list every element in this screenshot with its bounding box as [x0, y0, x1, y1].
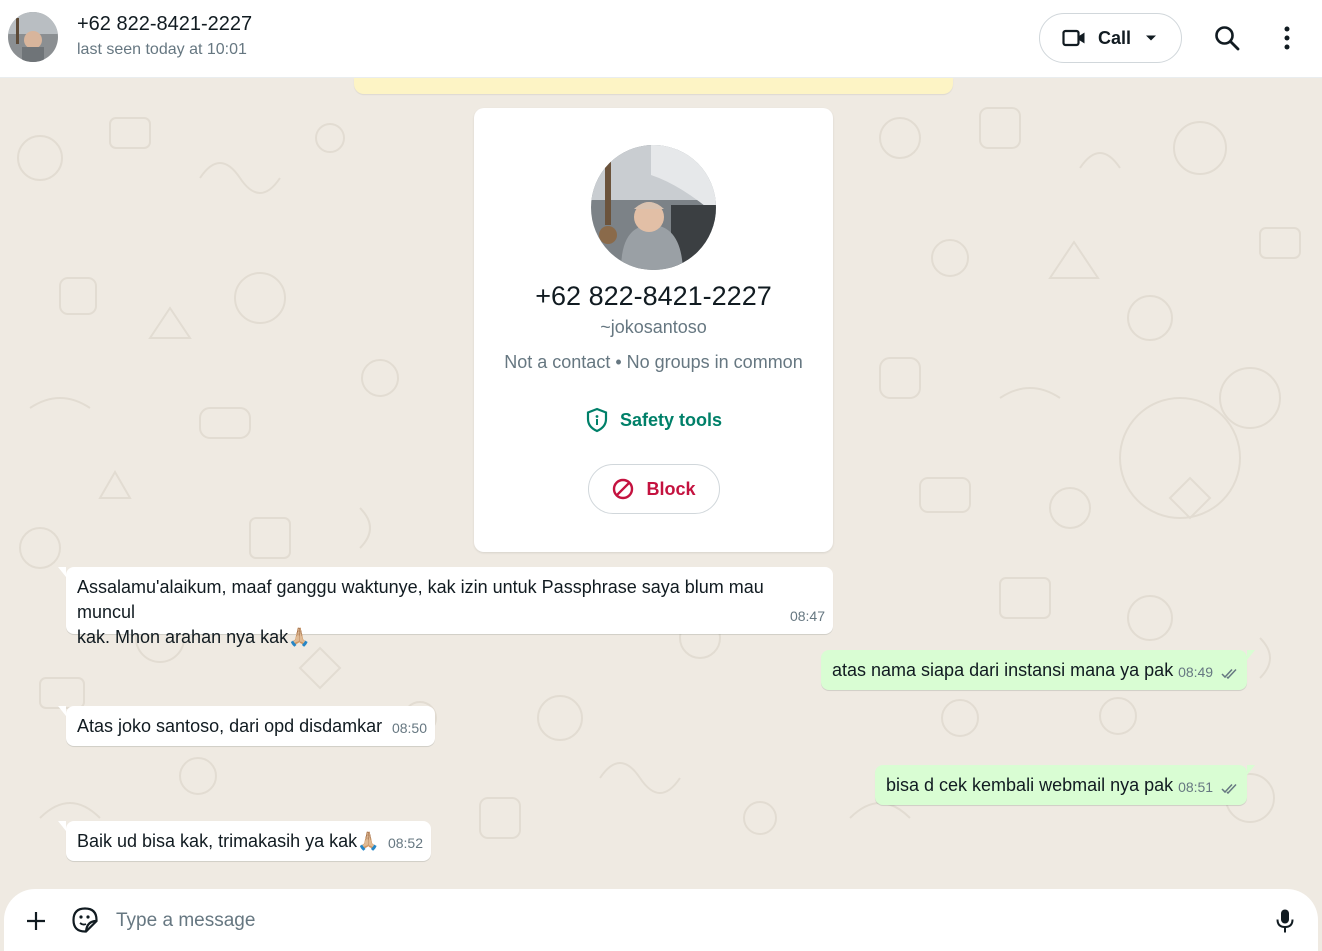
card-username: ~jokosantoso — [600, 317, 707, 337]
bubble-tail — [1247, 650, 1255, 660]
message-time: 08:47 — [789, 608, 825, 624]
menu-dots-icon[interactable] — [1273, 24, 1301, 52]
message-time: 08:52 — [387, 835, 423, 851]
block-button[interactable]: Block — [588, 464, 720, 514]
mic-icon[interactable] — [1274, 908, 1296, 934]
contact-profile-photo[interactable] — [591, 145, 716, 270]
message-time: 08:50 — [391, 720, 427, 736]
message-meta: 08:49 — [1178, 660, 1239, 685]
chevron-down-icon — [1146, 35, 1157, 41]
message-composer — [4, 889, 1318, 951]
bubble-tail — [1247, 765, 1255, 775]
chat-area[interactable]: +62 822-8421-2227 ~jokosantoso Not a con… — [0, 78, 1322, 888]
bubble-tail — [58, 821, 66, 831]
bubble-tail — [58, 706, 66, 716]
message-text-line: Assalamu'alaikum, maaf ganggu waktunye, … — [77, 577, 764, 622]
last-seen-status: last seen today at 10:01 — [77, 41, 247, 58]
message-incoming[interactable]: Atas joko santoso, dari opd disdamkar 08… — [58, 706, 435, 746]
double-check-icon — [1221, 783, 1237, 794]
sticker-icon[interactable] — [71, 906, 99, 934]
call-button[interactable]: Call — [1039, 13, 1182, 63]
encryption-banner — [354, 78, 953, 94]
block-icon — [613, 478, 634, 500]
message-input[interactable] — [116, 903, 1256, 939]
message-incoming[interactable]: Assalamu'alaikum, maaf ganggu waktunye, … — [58, 567, 833, 647]
message-text: atas nama siapa dari instansi mana ya pa… — [832, 660, 1174, 680]
block-label: Block — [646, 478, 696, 499]
video-call-icon — [1062, 29, 1085, 47]
message-text: Baik ud bisa kak, trimakasih ya kak🙏🏼 — [77, 831, 380, 851]
contact-info-card: +62 822-8421-2227 ~jokosantoso Not a con… — [474, 108, 833, 552]
message-time: 08:51 — [1178, 779, 1214, 795]
double-check-icon — [1221, 668, 1237, 679]
message-meta: 08:51 — [1178, 775, 1239, 800]
call-button-label: Call — [1098, 27, 1132, 48]
contact-avatar[interactable] — [8, 12, 58, 62]
message-text: Atas joko santoso, dari opd disdamkar — [77, 716, 383, 736]
contact-name[interactable]: +62 822-8421-2227 — [77, 13, 252, 36]
safety-tools-label: Safety tools — [620, 409, 723, 430]
message-outgoing[interactable]: bisa d cek kembali webmail nya pak 08:51 — [875, 765, 1255, 805]
message-text: bisa d cek kembali webmail nya pak — [886, 775, 1174, 795]
search-icon[interactable] — [1213, 24, 1241, 52]
safety-tools-button[interactable]: Safety tools — [584, 407, 722, 433]
card-phone-number: +62 822-8421-2227 — [535, 281, 772, 311]
message-outgoing[interactable]: atas nama siapa dari instansi mana ya pa… — [821, 650, 1255, 690]
message-text-line: kak. Mhon arahan nya kak🙏🏼 — [77, 627, 311, 647]
bubble-tail — [58, 567, 66, 577]
card-contact-info: Not a contact • No groups in common — [504, 352, 803, 372]
message-time: 08:49 — [1178, 664, 1214, 680]
chat-header: +62 822-8421-2227 last seen today at 10:… — [0, 0, 1322, 78]
plus-icon[interactable] — [24, 909, 48, 933]
message-incoming[interactable]: Baik ud bisa kak, trimakasih ya kak🙏🏼 08… — [58, 821, 431, 861]
shield-icon — [586, 407, 608, 433]
